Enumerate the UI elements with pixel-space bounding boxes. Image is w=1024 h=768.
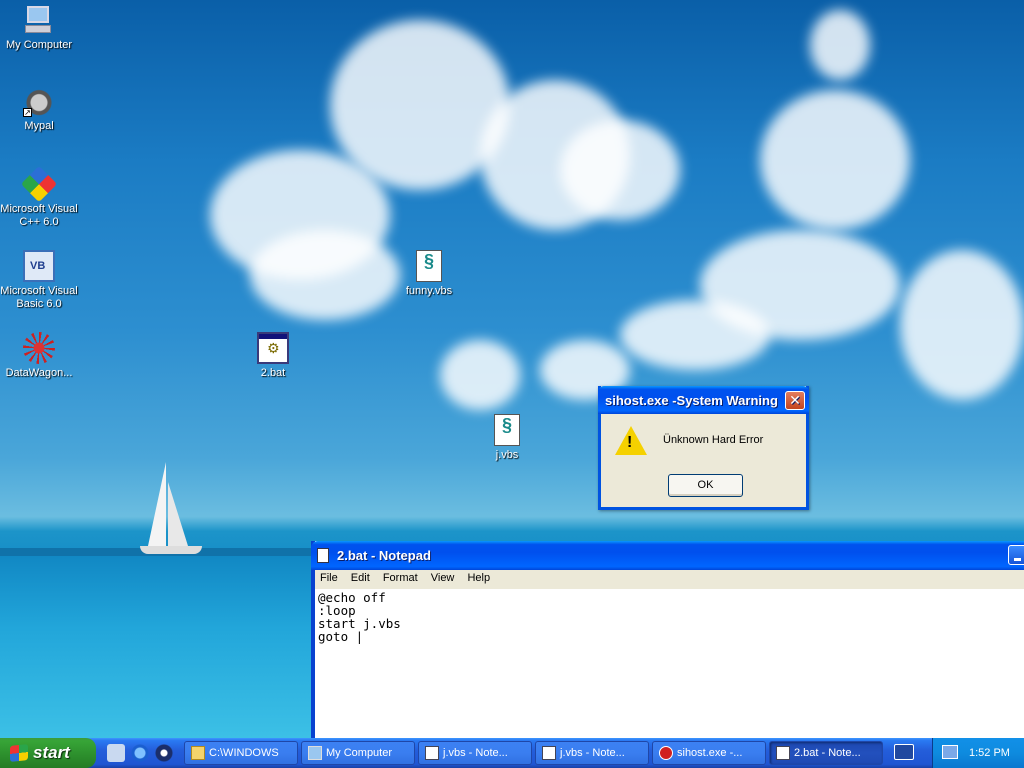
task-my-computer[interactable]: My Computer [301, 741, 415, 765]
taskbar: start C:\WINDOWS My Computer j.vbs - Not… [0, 738, 1024, 768]
cloud [250, 230, 400, 320]
task-label: My Computer [326, 747, 393, 759]
notepad-icon [776, 746, 790, 760]
notepad-title: 2.bat - Notepad [337, 548, 431, 563]
start-label: start [33, 743, 70, 762]
desktop-icon-label: funny.vbs [405, 285, 453, 297]
desktop-icon-label: j.vbs [495, 449, 519, 461]
task-j-vbs-notepad[interactable]: j.vbs - Note... [535, 741, 649, 765]
cloud [900, 250, 1024, 400]
vbs-script-icon [416, 250, 442, 282]
system-warning-dialog: sihost.exe -System Warning ✕ ! Ünknown H… [598, 386, 809, 510]
task-2-bat-notepad[interactable]: 2.bat - Note... [769, 741, 883, 765]
desktop-icon-datawagon[interactable]: DataWagon... [0, 332, 78, 380]
notepad-icon [317, 548, 329, 563]
visual-cpp-icon [20, 165, 58, 203]
datawagon-icon [23, 332, 55, 364]
start-button[interactable]: start [0, 738, 96, 768]
task-j-vbs-notepad[interactable]: j.vbs - Note... [418, 741, 532, 765]
dialog-title: sihost.exe -System Warning [605, 393, 778, 408]
desktop-icon-label: 2.bat [260, 367, 286, 379]
dialog-titlebar[interactable]: sihost.exe -System Warning ✕ [598, 386, 809, 414]
close-button[interactable]: ✕ [785, 391, 805, 410]
task-sihost-exe[interactable]: sihost.exe -... [652, 741, 766, 765]
menu-edit[interactable]: Edit [351, 572, 370, 584]
desktop-icon-visual-basic[interactable]: Microsoft Visual Basic 6.0 [0, 250, 78, 311]
desktop-icon-mypal[interactable]: ↗ Mypal [0, 85, 78, 133]
dialog-message: Ünknown Hard Error [663, 434, 764, 446]
desktop-icon-label: DataWagon... [5, 367, 73, 379]
desktop-icon-visual-cpp[interactable]: Microsoft Visual C++ 6.0 [0, 165, 78, 229]
notepad-menubar: File Edit Format View Help [315, 570, 1024, 589]
vbs-script-icon [494, 414, 520, 446]
error-app-icon [659, 746, 673, 760]
clock[interactable]: 1:52 PM [969, 747, 1010, 759]
desktop-icon-j-vbs[interactable]: j.vbs [468, 414, 546, 462]
desktop-icon-2-bat[interactable]: 2.bat [234, 332, 312, 380]
menu-view[interactable]: View [431, 572, 455, 584]
cloud [760, 90, 910, 230]
sailboat-hull [140, 546, 202, 554]
system-tray: 1:52 PM [932, 738, 1024, 768]
desktop-icon-label: Microsoft Visual Basic 6.0 [0, 285, 78, 310]
desktop-icon-my-computer[interactable]: My Computer [0, 4, 78, 52]
sailboat-sail [148, 462, 166, 546]
keyboard-icon[interactable] [894, 744, 914, 760]
task-c-windows[interactable]: C:\WINDOWS [184, 741, 298, 765]
batch-file-icon [257, 332, 289, 364]
desktop-icon-label: Mypal [24, 120, 54, 132]
my-computer-icon [23, 4, 55, 36]
dialog-body: ! Ünknown Hard Error OK [601, 414, 806, 507]
warning-icon-mark: ! [627, 434, 633, 451]
menu-help[interactable]: Help [467, 572, 490, 584]
my-computer-icon [308, 746, 322, 760]
mypal-icon: ↗ [23, 85, 55, 117]
notepad-icon [542, 746, 556, 760]
folder-icon [191, 746, 205, 760]
menu-file[interactable]: File [320, 572, 338, 584]
notepad-titlebar[interactable]: 2.bat - Notepad [311, 541, 1024, 570]
menu-format[interactable]: Format [383, 572, 418, 584]
cloud [810, 10, 870, 80]
task-label: 2.bat - Note... [794, 747, 861, 759]
task-label: j.vbs - Note... [443, 747, 508, 759]
notepad-window: 2.bat - Notepad File Edit Format View He… [311, 541, 1024, 738]
quicklaunch-media-icon[interactable] [155, 744, 173, 762]
windows-logo-icon [10, 744, 28, 762]
desktop-icon-funny-vbs[interactable]: funny.vbs [390, 250, 468, 298]
quicklaunch-ie-icon[interactable] [131, 744, 149, 762]
cloud [440, 340, 520, 410]
desktop-icon-label: My Computer [5, 39, 73, 51]
visual-basic-icon [23, 250, 55, 282]
network-icon[interactable] [942, 745, 958, 759]
desktop-icon-label: Microsoft Visual C++ 6.0 [0, 203, 78, 228]
task-label: sihost.exe -... [677, 747, 743, 759]
sailboat-jib [168, 482, 188, 546]
task-label: j.vbs - Note... [560, 747, 625, 759]
ok-button[interactable]: OK [668, 474, 743, 497]
notepad-text-area[interactable]: @echo off :loop start j.vbs goto | [318, 590, 1024, 738]
cloud [620, 300, 770, 370]
quicklaunch-desktop-icon[interactable] [107, 744, 125, 762]
minimize-button[interactable] [1008, 545, 1024, 565]
notepad-icon [425, 746, 439, 760]
task-label: C:\WINDOWS [209, 747, 279, 759]
cloud [560, 120, 680, 220]
